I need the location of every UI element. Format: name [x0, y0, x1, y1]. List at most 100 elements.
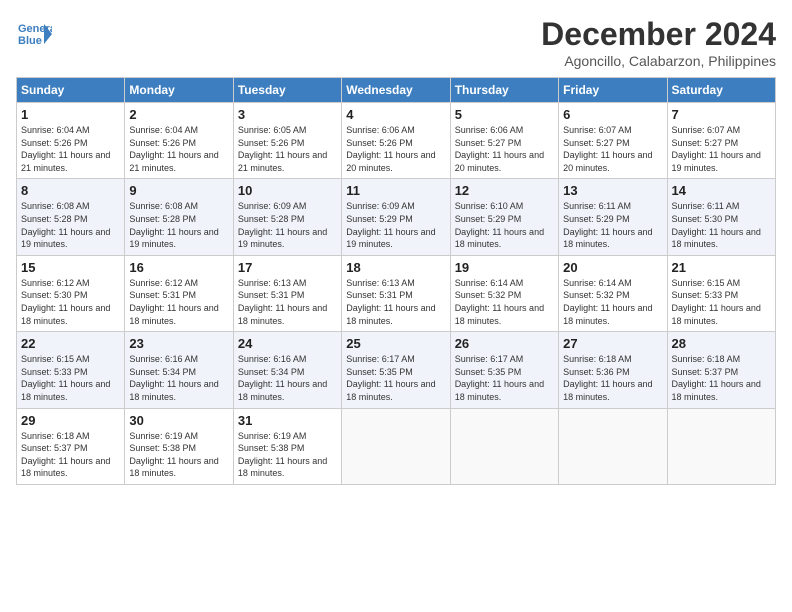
day-number: 3 [238, 107, 337, 122]
day-cell: 9 Sunrise: 6:08 AMSunset: 5:28 PMDayligh… [125, 179, 233, 255]
empty-cell [450, 408, 558, 484]
day-number: 1 [21, 107, 120, 122]
day-info: Sunrise: 6:09 AMSunset: 5:28 PMDaylight:… [238, 201, 327, 249]
day-cell: 12 Sunrise: 6:10 AMSunset: 5:29 PMDaylig… [450, 179, 558, 255]
header: General Blue December 2024 Agoncillo, Ca… [16, 16, 776, 69]
location-title: Agoncillo, Calabarzon, Philippines [541, 53, 776, 69]
day-cell: 3 Sunrise: 6:05 AMSunset: 5:26 PMDayligh… [233, 103, 341, 179]
day-info: Sunrise: 6:06 AMSunset: 5:26 PMDaylight:… [346, 125, 435, 173]
day-info: Sunrise: 6:12 AMSunset: 5:30 PMDaylight:… [21, 278, 110, 326]
header-sunday: Sunday [17, 78, 125, 103]
day-number: 16 [129, 260, 228, 275]
day-cell: 2 Sunrise: 6:04 AMSunset: 5:26 PMDayligh… [125, 103, 233, 179]
day-cell: 8 Sunrise: 6:08 AMSunset: 5:28 PMDayligh… [17, 179, 125, 255]
day-info: Sunrise: 6:18 AMSunset: 5:36 PMDaylight:… [563, 354, 652, 402]
day-header-row: Sunday Monday Tuesday Wednesday Thursday… [17, 78, 776, 103]
day-number: 15 [21, 260, 120, 275]
day-info: Sunrise: 6:15 AMSunset: 5:33 PMDaylight:… [672, 278, 761, 326]
day-cell: 19 Sunrise: 6:14 AMSunset: 5:32 PMDaylig… [450, 255, 558, 331]
day-cell: 7 Sunrise: 6:07 AMSunset: 5:27 PMDayligh… [667, 103, 775, 179]
day-cell: 18 Sunrise: 6:13 AMSunset: 5:31 PMDaylig… [342, 255, 450, 331]
calendar-row: 29 Sunrise: 6:18 AMSunset: 5:37 PMDaylig… [17, 408, 776, 484]
day-number: 24 [238, 336, 337, 351]
day-cell: 1 Sunrise: 6:04 AMSunset: 5:26 PMDayligh… [17, 103, 125, 179]
empty-cell [342, 408, 450, 484]
empty-cell [559, 408, 667, 484]
day-info: Sunrise: 6:04 AMSunset: 5:26 PMDaylight:… [129, 125, 218, 173]
day-info: Sunrise: 6:10 AMSunset: 5:29 PMDaylight:… [455, 201, 544, 249]
day-cell: 22 Sunrise: 6:15 AMSunset: 5:33 PMDaylig… [17, 332, 125, 408]
day-number: 29 [21, 413, 120, 428]
day-number: 20 [563, 260, 662, 275]
day-info: Sunrise: 6:14 AMSunset: 5:32 PMDaylight:… [563, 278, 652, 326]
day-cell: 31 Sunrise: 6:19 AMSunset: 5:38 PMDaylig… [233, 408, 341, 484]
day-info: Sunrise: 6:16 AMSunset: 5:34 PMDaylight:… [238, 354, 327, 402]
day-cell: 25 Sunrise: 6:17 AMSunset: 5:35 PMDaylig… [342, 332, 450, 408]
day-number: 19 [455, 260, 554, 275]
header-monday: Monday [125, 78, 233, 103]
day-info: Sunrise: 6:05 AMSunset: 5:26 PMDaylight:… [238, 125, 327, 173]
day-number: 26 [455, 336, 554, 351]
day-info: Sunrise: 6:16 AMSunset: 5:34 PMDaylight:… [129, 354, 218, 402]
day-cell: 4 Sunrise: 6:06 AMSunset: 5:26 PMDayligh… [342, 103, 450, 179]
calendar-row: 15 Sunrise: 6:12 AMSunset: 5:30 PMDaylig… [17, 255, 776, 331]
day-number: 17 [238, 260, 337, 275]
day-info: Sunrise: 6:18 AMSunset: 5:37 PMDaylight:… [672, 354, 761, 402]
svg-text:Blue: Blue [18, 35, 42, 47]
title-block: December 2024 Agoncillo, Calabarzon, Phi… [541, 16, 776, 69]
day-cell: 16 Sunrise: 6:12 AMSunset: 5:31 PMDaylig… [125, 255, 233, 331]
day-cell: 17 Sunrise: 6:13 AMSunset: 5:31 PMDaylig… [233, 255, 341, 331]
day-info: Sunrise: 6:07 AMSunset: 5:27 PMDaylight:… [563, 125, 652, 173]
day-cell: 28 Sunrise: 6:18 AMSunset: 5:37 PMDaylig… [667, 332, 775, 408]
day-info: Sunrise: 6:06 AMSunset: 5:27 PMDaylight:… [455, 125, 544, 173]
day-number: 14 [672, 183, 771, 198]
empty-cell [667, 408, 775, 484]
day-info: Sunrise: 6:08 AMSunset: 5:28 PMDaylight:… [21, 201, 110, 249]
day-info: Sunrise: 6:17 AMSunset: 5:35 PMDaylight:… [455, 354, 544, 402]
day-info: Sunrise: 6:08 AMSunset: 5:28 PMDaylight:… [129, 201, 218, 249]
day-cell: 24 Sunrise: 6:16 AMSunset: 5:34 PMDaylig… [233, 332, 341, 408]
day-number: 5 [455, 107, 554, 122]
logo: General Blue [16, 16, 52, 52]
calendar-row: 1 Sunrise: 6:04 AMSunset: 5:26 PMDayligh… [17, 103, 776, 179]
day-number: 30 [129, 413, 228, 428]
day-cell: 20 Sunrise: 6:14 AMSunset: 5:32 PMDaylig… [559, 255, 667, 331]
header-friday: Friday [559, 78, 667, 103]
day-number: 22 [21, 336, 120, 351]
day-cell: 13 Sunrise: 6:11 AMSunset: 5:29 PMDaylig… [559, 179, 667, 255]
day-info: Sunrise: 6:17 AMSunset: 5:35 PMDaylight:… [346, 354, 435, 402]
day-cell: 14 Sunrise: 6:11 AMSunset: 5:30 PMDaylig… [667, 179, 775, 255]
day-number: 18 [346, 260, 445, 275]
day-number: 11 [346, 183, 445, 198]
day-cell: 23 Sunrise: 6:16 AMSunset: 5:34 PMDaylig… [125, 332, 233, 408]
day-cell: 15 Sunrise: 6:12 AMSunset: 5:30 PMDaylig… [17, 255, 125, 331]
day-info: Sunrise: 6:11 AMSunset: 5:29 PMDaylight:… [563, 201, 652, 249]
day-info: Sunrise: 6:19 AMSunset: 5:38 PMDaylight:… [238, 431, 327, 479]
day-info: Sunrise: 6:18 AMSunset: 5:37 PMDaylight:… [21, 431, 110, 479]
day-info: Sunrise: 6:04 AMSunset: 5:26 PMDaylight:… [21, 125, 110, 173]
day-number: 8 [21, 183, 120, 198]
header-thursday: Thursday [450, 78, 558, 103]
day-number: 12 [455, 183, 554, 198]
day-number: 13 [563, 183, 662, 198]
day-number: 21 [672, 260, 771, 275]
day-cell: 11 Sunrise: 6:09 AMSunset: 5:29 PMDaylig… [342, 179, 450, 255]
calendar-row: 22 Sunrise: 6:15 AMSunset: 5:33 PMDaylig… [17, 332, 776, 408]
header-saturday: Saturday [667, 78, 775, 103]
day-number: 4 [346, 107, 445, 122]
day-info: Sunrise: 6:13 AMSunset: 5:31 PMDaylight:… [346, 278, 435, 326]
day-cell: 5 Sunrise: 6:06 AMSunset: 5:27 PMDayligh… [450, 103, 558, 179]
day-cell: 10 Sunrise: 6:09 AMSunset: 5:28 PMDaylig… [233, 179, 341, 255]
day-info: Sunrise: 6:14 AMSunset: 5:32 PMDaylight:… [455, 278, 544, 326]
day-number: 25 [346, 336, 445, 351]
day-cell: 27 Sunrise: 6:18 AMSunset: 5:36 PMDaylig… [559, 332, 667, 408]
day-cell: 21 Sunrise: 6:15 AMSunset: 5:33 PMDaylig… [667, 255, 775, 331]
day-number: 31 [238, 413, 337, 428]
day-info: Sunrise: 6:12 AMSunset: 5:31 PMDaylight:… [129, 278, 218, 326]
calendar-row: 8 Sunrise: 6:08 AMSunset: 5:28 PMDayligh… [17, 179, 776, 255]
day-number: 23 [129, 336, 228, 351]
logo-icon: General Blue [16, 16, 52, 52]
day-cell: 30 Sunrise: 6:19 AMSunset: 5:38 PMDaylig… [125, 408, 233, 484]
day-info: Sunrise: 6:11 AMSunset: 5:30 PMDaylight:… [672, 201, 761, 249]
day-number: 27 [563, 336, 662, 351]
